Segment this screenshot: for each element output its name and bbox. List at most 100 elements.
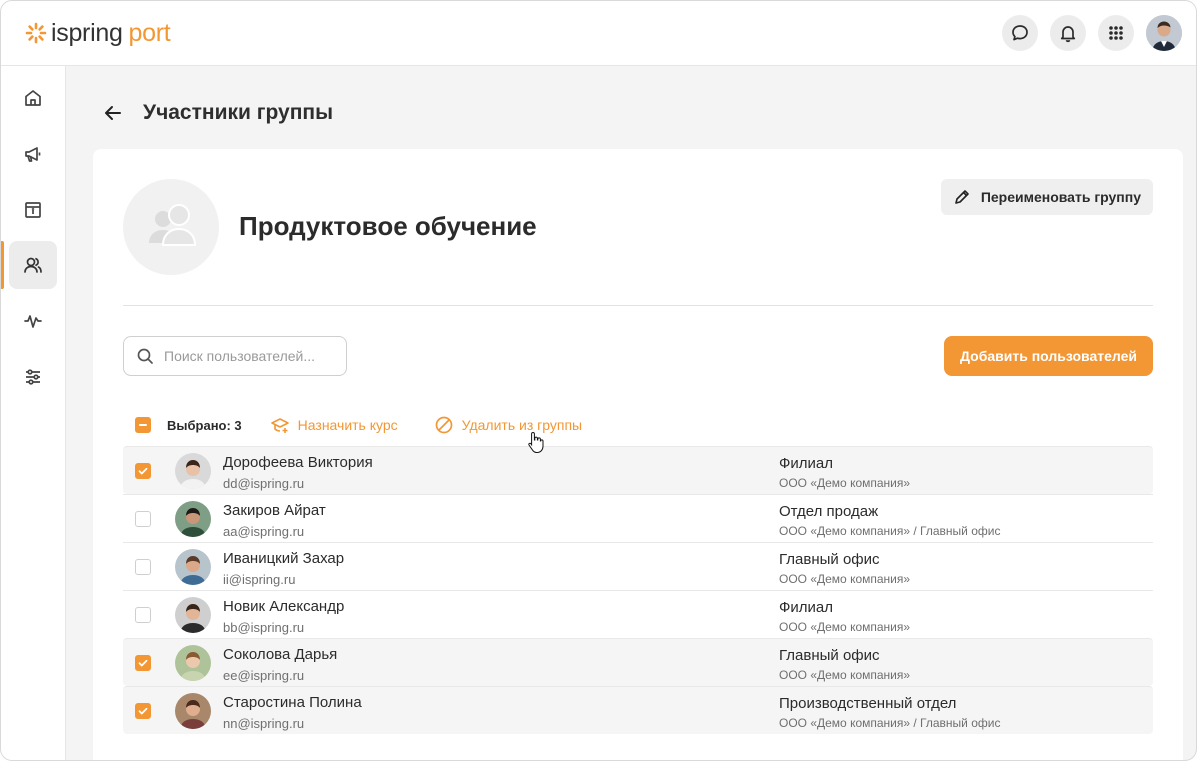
users-icon bbox=[24, 257, 42, 273]
sidebar-item-users[interactable] bbox=[9, 241, 57, 289]
table-row[interactable]: Новик Александр bb@ispring.ru Филиал ООО… bbox=[123, 590, 1153, 638]
table-row[interactable]: Соколова Дарья ee@ispring.ru Главный офи… bbox=[123, 638, 1153, 686]
chat-icon bbox=[1012, 25, 1028, 41]
chat-button[interactable] bbox=[1002, 15, 1038, 51]
user-email: ee@ispring.ru bbox=[223, 668, 305, 683]
bulk-toolbar: Выбрано: 3 Назначить курс Удалить из гру… bbox=[135, 415, 582, 435]
user-avatar[interactable] bbox=[1146, 15, 1182, 51]
table-row[interactable]: Дорофеева Виктория dd@ispring.ru Филиал … bbox=[123, 446, 1153, 494]
logo[interactable]: ispring port bbox=[25, 17, 171, 49]
user-department: Главный офис bbox=[779, 647, 880, 664]
row-checkbox[interactable] bbox=[135, 511, 151, 527]
table-row[interactable]: Закиров Айрат aa@ispring.ru Отдел продаж… bbox=[123, 494, 1153, 542]
assign-course-button[interactable]: Назначить курс bbox=[270, 415, 398, 435]
users-table: Дорофеева Виктория dd@ispring.ru Филиал … bbox=[123, 446, 1153, 734]
top-bar: ispring port bbox=[1, 1, 1196, 66]
selected-count: Выбрано: 3 bbox=[167, 417, 242, 433]
divider bbox=[123, 305, 1153, 306]
avatar bbox=[175, 645, 211, 681]
user-email: nn@ispring.ru bbox=[223, 716, 305, 731]
sidebar-item-catalog[interactable] bbox=[9, 186, 57, 234]
search-box bbox=[123, 336, 347, 376]
avatar bbox=[175, 693, 211, 729]
avatar bbox=[175, 453, 211, 489]
block-icon bbox=[435, 416, 453, 434]
avatar bbox=[175, 549, 211, 585]
app-window: ispring port Участники группы Продуктово… bbox=[0, 0, 1197, 761]
user-name[interactable]: Старостина Полина bbox=[223, 694, 362, 711]
add-users-button[interactable]: Добавить пользователей bbox=[944, 336, 1153, 376]
top-actions bbox=[1002, 15, 1182, 51]
notifications-button[interactable] bbox=[1050, 15, 1086, 51]
table-row[interactable]: Иваницкий Захар ii@ispring.ru Главный оф… bbox=[123, 542, 1153, 590]
catalog-icon bbox=[25, 202, 41, 218]
check-icon bbox=[138, 659, 148, 667]
avatar bbox=[175, 501, 211, 537]
brand-product: port bbox=[128, 18, 171, 47]
row-checkbox[interactable] bbox=[135, 703, 151, 719]
sidebar-item-home[interactable] bbox=[9, 74, 57, 122]
rename-group-label: Переименовать группу bbox=[980, 189, 1141, 205]
sidebar-item-news[interactable] bbox=[9, 130, 57, 178]
select-all-checkbox[interactable] bbox=[135, 417, 151, 433]
check-icon bbox=[138, 707, 148, 715]
user-name[interactable]: Соколова Дарья bbox=[223, 646, 337, 663]
search-input[interactable] bbox=[164, 348, 334, 364]
back-arrow-icon[interactable] bbox=[101, 101, 125, 125]
user-organization: ООО «Демо компания» / Главный офис bbox=[779, 716, 1001, 730]
search-icon bbox=[137, 348, 153, 364]
user-email: dd@ispring.ru bbox=[223, 476, 305, 491]
group-name: Продуктовое обучение bbox=[239, 211, 537, 241]
megaphone-icon bbox=[25, 147, 41, 162]
settings-sliders-icon bbox=[26, 369, 40, 385]
user-email: aa@ispring.ru bbox=[223, 524, 305, 539]
user-department: Филиал bbox=[779, 599, 834, 616]
assign-course-label: Назначить курс bbox=[297, 417, 398, 433]
brand-name: ispring bbox=[51, 18, 123, 47]
remove-from-group-label: Удалить из группы bbox=[461, 417, 583, 433]
activity-icon bbox=[24, 315, 42, 328]
active-indicator bbox=[1, 241, 4, 289]
row-checkbox[interactable] bbox=[135, 463, 151, 479]
user-name[interactable]: Иваницкий Захар bbox=[223, 550, 344, 567]
graduation-cap-icon bbox=[270, 418, 289, 433]
sidebar-item-settings[interactable] bbox=[9, 353, 57, 401]
apps-grid-icon bbox=[1109, 26, 1123, 40]
user-department: Отдел продаж bbox=[779, 503, 879, 520]
apps-button[interactable] bbox=[1098, 15, 1134, 51]
user-name[interactable]: Дорофеева Виктория bbox=[223, 454, 373, 471]
minus-icon bbox=[139, 424, 147, 426]
remove-from-group-button[interactable]: Удалить из группы bbox=[434, 415, 582, 435]
user-organization: ООО «Демо компания» bbox=[779, 572, 911, 586]
table-row[interactable]: Старостина Полина nn@ispring.ru Производ… bbox=[123, 686, 1153, 734]
group-users-icon bbox=[149, 204, 197, 246]
page-header: Участники группы bbox=[101, 93, 333, 133]
sidebar-item-activity[interactable] bbox=[9, 297, 57, 345]
user-email: bb@ispring.ru bbox=[223, 620, 305, 635]
group-avatar bbox=[123, 179, 219, 275]
logo-icon bbox=[25, 22, 47, 44]
user-organization: ООО «Демо компания» bbox=[779, 476, 911, 490]
user-department: Главный офис bbox=[779, 551, 880, 568]
rename-group-button[interactable]: Переименовать группу bbox=[940, 179, 1153, 215]
home-icon bbox=[25, 90, 41, 106]
user-name[interactable]: Новик Александр bbox=[223, 598, 344, 615]
row-checkbox[interactable] bbox=[135, 655, 151, 671]
group-card: Продуктовое обучение Переименовать групп… bbox=[93, 149, 1183, 760]
pencil-icon bbox=[955, 190, 969, 204]
user-organization: ООО «Демо компания» bbox=[779, 668, 911, 682]
user-email: ii@ispring.ru bbox=[223, 572, 296, 587]
page-title: Участники группы bbox=[143, 101, 334, 124]
user-organization: ООО «Демо компания» bbox=[779, 620, 911, 634]
row-checkbox[interactable] bbox=[135, 559, 151, 575]
sidebar bbox=[1, 66, 66, 760]
row-checkbox[interactable] bbox=[135, 607, 151, 623]
avatar bbox=[175, 597, 211, 633]
user-name[interactable]: Закиров Айрат bbox=[223, 502, 326, 519]
user-avatar-image bbox=[1146, 15, 1182, 51]
check-icon bbox=[138, 467, 148, 475]
user-department: Производственный отдел bbox=[779, 695, 957, 712]
user-organization: ООО «Демо компания» / Главный офис bbox=[779, 524, 1001, 538]
bell-icon bbox=[1060, 26, 1076, 43]
user-department: Филиал bbox=[779, 455, 834, 472]
